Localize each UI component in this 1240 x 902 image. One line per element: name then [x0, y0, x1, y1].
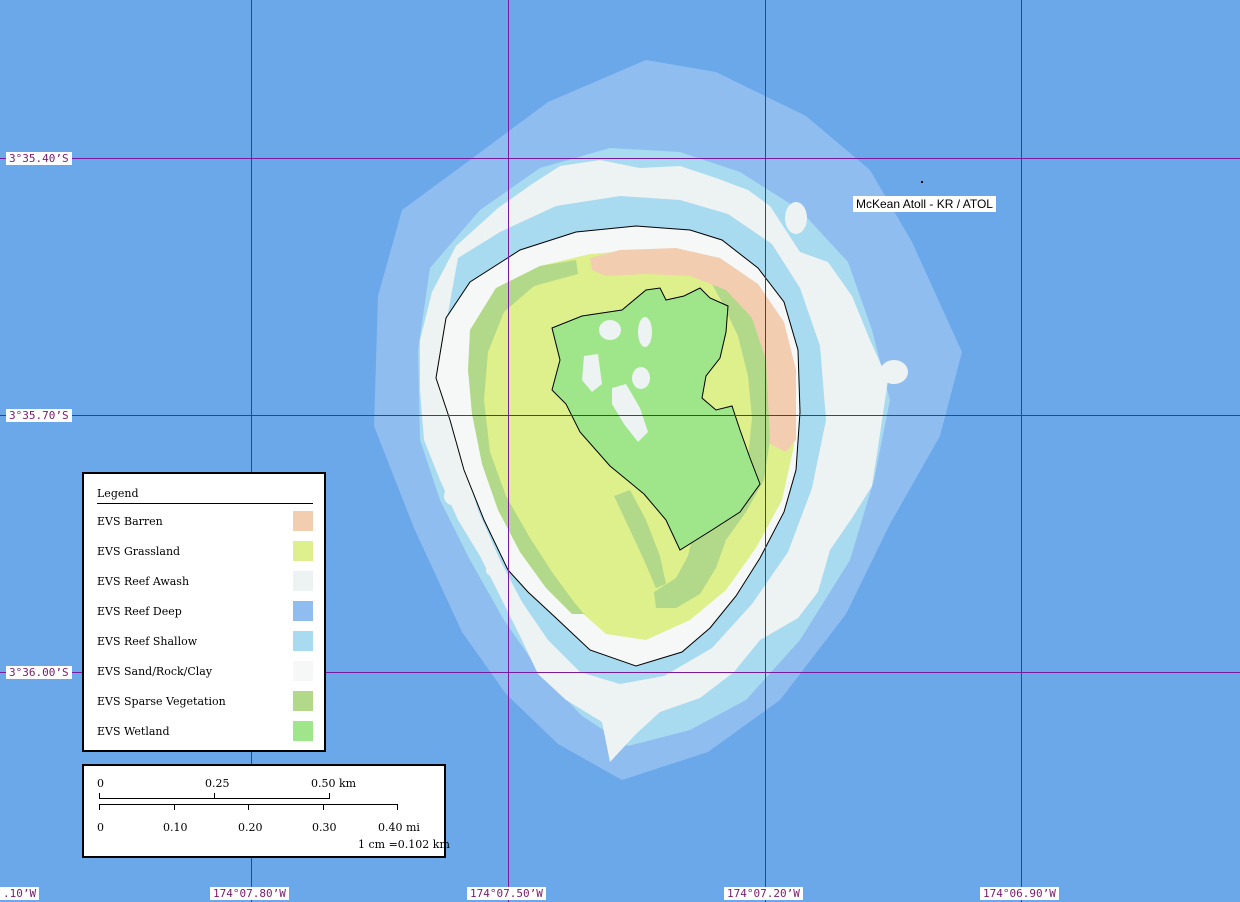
lon-label: 174°07.80’W	[210, 887, 289, 900]
legend-swatch	[293, 541, 313, 561]
legend-item: EVS Reef Awash	[97, 571, 313, 591]
legend-swatch	[293, 691, 313, 711]
reef-speck	[422, 398, 430, 410]
place-marker[interactable]	[921, 181, 923, 183]
wetland-hole	[599, 320, 621, 340]
legend-swatch	[293, 661, 313, 681]
scale-mi-tick-label: 0.30	[312, 821, 337, 834]
lon-label: 174°06.90’W	[980, 887, 1059, 900]
legend-divider	[97, 503, 313, 504]
lon-label: 174°07.50’W	[467, 887, 546, 900]
scale-mi-tick	[248, 804, 249, 810]
legend-item-label: EVS Reef Awash	[97, 575, 190, 588]
scale-km-tick-label: 0	[97, 777, 104, 790]
legend-item-label: EVS Wetland	[97, 725, 170, 738]
scale-km-tick	[214, 793, 215, 799]
legend-swatch	[293, 601, 313, 621]
scale-mi-tick-label: 0.20	[238, 821, 263, 834]
scale-mi-tick-label: 0	[97, 821, 104, 834]
legend-swatch	[293, 631, 313, 651]
lon-label: 174°07.20’W	[724, 887, 803, 900]
reef-speck	[880, 360, 908, 384]
legend-item: EVS Reef Shallow	[97, 631, 313, 651]
legend-item: EVS Reef Deep	[97, 601, 313, 621]
lat-label: 3°35.40’S	[6, 152, 72, 165]
legend-item-label: EVS Sand/Rock/Clay	[97, 665, 213, 678]
scale-bar: 0 0.25 0.50 km 0 0.10 0.20 0.30 0.40 mi …	[82, 764, 450, 858]
lat-label: 3°36.00’S	[6, 666, 72, 679]
legend-item: EVS Barren	[97, 511, 313, 531]
legend-item: EVS Wetland	[97, 721, 313, 741]
scale-mi-tick	[99, 804, 100, 810]
place-label[interactable]: McKean Atoll - KR / ATOL	[853, 196, 996, 212]
reef-speck	[486, 564, 498, 576]
scale-mi-tick	[323, 804, 324, 810]
legend-panel: Legend EVS Barren EVS Grassland EVS Reef A…	[82, 472, 326, 752]
wetland-hole	[638, 317, 652, 347]
reef-speck	[444, 487, 460, 505]
scale-mi-tick	[174, 804, 175, 810]
legend-swatch	[293, 511, 313, 531]
scale-km-tick-label: 0.25	[205, 777, 230, 790]
legend-item-label: EVS Reef Deep	[97, 605, 182, 618]
legend-item: EVS Sparse Vegetation	[97, 691, 313, 711]
scale-ratio: 1 cm =0.102 km	[358, 838, 450, 851]
scale-km-tick	[329, 793, 330, 799]
lat-label: 3°35.70’S	[6, 409, 72, 422]
scale-km-tick	[99, 793, 100, 799]
legend-item-label: EVS Reef Shallow	[97, 635, 198, 648]
wetland-hole	[632, 367, 650, 389]
legend-swatch	[293, 721, 313, 741]
legend-title: Legend	[97, 487, 139, 500]
legend-item-label: EVS Barren	[97, 515, 163, 528]
reef-speck	[785, 202, 807, 234]
scale-km-tick-label: 0.50 km	[311, 777, 357, 790]
legend-item: EVS Grassland	[97, 541, 313, 561]
scale-mi-tick-label: 0.10	[163, 821, 188, 834]
scale-mi-tick	[397, 804, 398, 810]
legend-swatch	[293, 571, 313, 591]
scale-mi-tick-label: 0.40 mi	[378, 821, 420, 834]
legend-item: EVS Sand/Rock/Clay	[97, 661, 313, 681]
legend-item-label: EVS Sparse Vegetation	[97, 695, 226, 708]
legend-item-label: EVS Grassland	[97, 545, 181, 558]
lon-label: .10’W	[0, 887, 40, 900]
